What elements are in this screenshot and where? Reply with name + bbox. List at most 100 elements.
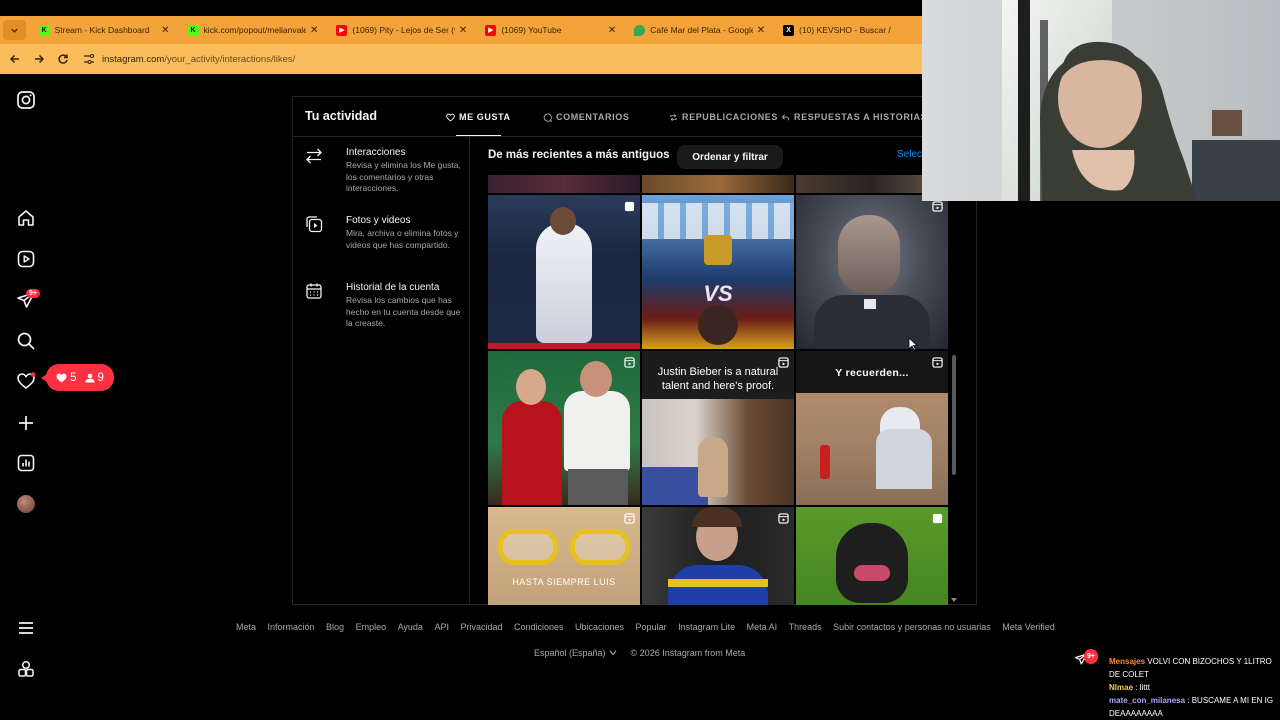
notifications-heart-icon[interactable] — [16, 371, 36, 391]
media-icon — [306, 216, 323, 233]
scrollbar-thumb[interactable] — [952, 355, 956, 475]
activity-side-menu: Interacciones Revisa y elimina los Me gu… — [293, 137, 470, 605]
grid-item[interactable]: Justin Bieber is a natural talent and he… — [642, 351, 794, 505]
menu-item-account-history[interactable]: Historial de la cuenta Revisa los cambio… — [305, 282, 470, 332]
page-title: Tu actividad — [305, 109, 378, 123]
grid-item[interactable] — [796, 507, 948, 605]
follows-number: 9 — [97, 371, 104, 384]
grid-item[interactable]: HASTA SIEMPRE LUIS — [488, 507, 640, 605]
browser-tab[interactable]: X (10) KEVSHO - Buscar / — [773, 16, 922, 44]
scroll-down-arrow-icon[interactable] — [950, 597, 958, 603]
close-icon[interactable]: ✕ — [161, 25, 169, 36]
close-icon[interactable]: ✕ — [608, 25, 616, 36]
footer-link[interactable]: Meta — [236, 622, 256, 632]
grid-item-partial[interactable] — [642, 175, 794, 193]
photo-trophy — [704, 235, 732, 265]
instagram-logo-icon[interactable] — [16, 90, 36, 110]
grid-item[interactable] — [642, 507, 794, 605]
dashboard-icon[interactable] — [16, 453, 36, 473]
photo-dog — [836, 523, 908, 603]
back-button[interactable] — [4, 48, 26, 70]
grid-item[interactable]: Y recuerden... — [796, 351, 948, 505]
footer-link[interactable]: API — [434, 622, 449, 632]
grid-item[interactable] — [488, 351, 640, 505]
footer-link[interactable]: Popular — [636, 622, 667, 632]
footer-link[interactable]: Privacidad — [460, 622, 502, 632]
chat-messages-badge: 9+ — [1084, 649, 1098, 664]
footer-link[interactable]: Meta AI — [747, 622, 778, 632]
likes-count: 5 — [56, 372, 77, 384]
close-icon[interactable]: ✕ — [310, 25, 318, 36]
kick-icon: K — [187, 24, 199, 36]
menu-item-photos-videos[interactable]: Fotos y videos Mira, archiva o elimina f… — [305, 215, 470, 265]
browser-tab[interactable]: ▶ (1069) YouTube ✕ — [475, 16, 624, 44]
browser-tab-bar: K Stream - Kick Dashboard ✕ K kick.com/p… — [0, 16, 922, 44]
profile-avatar[interactable] — [17, 495, 35, 513]
footer-link[interactable]: Empleo — [356, 622, 387, 632]
photo-head — [550, 207, 576, 235]
chat-message: Nlmae : littt — [1109, 683, 1150, 692]
notifications-popover[interactable]: 5 9 — [41, 364, 114, 391]
reels-icon[interactable] — [16, 249, 36, 269]
close-icon[interactable]: ✕ — [459, 25, 467, 36]
footer-link[interactable]: Threads — [789, 622, 822, 632]
url-field[interactable]: instagram.com/your_activity/interactions… — [82, 52, 295, 66]
active-tab-indicator — [456, 135, 501, 136]
photo-glasses-left — [498, 529, 558, 565]
menu-item-description: Revisa los cambios que has hecho en tu c… — [346, 295, 461, 328]
tab-comments[interactable]: COMENTARIOS — [543, 112, 629, 122]
tab-title: Café Mar del Plata - Google Ma — [650, 25, 753, 35]
footer-link[interactable]: Blog — [326, 622, 344, 632]
footer-link[interactable]: Instagram Lite — [678, 622, 735, 632]
chat-username: Mensajes — [1109, 657, 1146, 666]
maps-icon — [634, 24, 646, 36]
youtube-icon: ▶ — [485, 24, 497, 36]
footer-link[interactable]: Subir contactos y personas no usuarias — [833, 622, 991, 632]
tab-label: ME GUSTA — [459, 112, 511, 122]
grid-item[interactable]: VS — [642, 195, 794, 349]
tab-likes[interactable]: ME GUSTA — [446, 112, 511, 122]
footer-link[interactable]: Ayuda — [398, 622, 423, 632]
grid-item-partial[interactable] — [488, 175, 640, 193]
menu-item-interactions[interactable]: Interacciones Revisa y elimina los Me gu… — [305, 147, 470, 197]
tab-search-button[interactable] — [3, 20, 26, 40]
create-icon[interactable] — [16, 413, 36, 433]
chat-text: littt — [1139, 683, 1150, 692]
sort-filter-button[interactable]: Ordenar y filtrar — [677, 145, 783, 169]
forward-button[interactable] — [28, 48, 50, 70]
reload-button[interactable] — [52, 48, 74, 70]
language-label: Español (España) — [534, 648, 606, 658]
search-icon[interactable] — [16, 331, 36, 351]
tab-label: COMENTARIOS — [556, 112, 630, 122]
repost-icon — [670, 113, 677, 121]
carousel-icon — [932, 513, 943, 524]
browser-tab[interactable]: ▶ (1069) Pity - Lejos de Ser (vide ✕ — [326, 16, 475, 44]
also-from-meta-icon[interactable] — [16, 659, 36, 679]
reload-icon — [58, 54, 68, 64]
footer-link[interactable]: Meta Verified — [1002, 622, 1055, 632]
chat-message: mate_con_milanesa : BUSCAME A MI EN IG D… — [1109, 696, 1274, 718]
footer-link[interactable]: Información — [268, 622, 315, 632]
sort-order-label: De más recientes a más antiguos — [488, 149, 670, 161]
photo-child — [698, 437, 728, 497]
grid-item[interactable] — [796, 195, 948, 349]
browser-tab[interactable]: Café Mar del Plata - Google Ma ✕ — [624, 16, 773, 44]
browser-tab[interactable]: K kick.com/popout/melianvalen/c ✕ — [178, 16, 327, 44]
tab-story-replies[interactable]: RESPUESTAS A HISTORIAS — [781, 112, 927, 122]
grid-item[interactable] — [488, 195, 640, 349]
browser-tab[interactable]: K Stream - Kick Dashboard ✕ — [29, 16, 178, 44]
menu-icon[interactable] — [16, 618, 36, 638]
home-icon[interactable] — [16, 208, 36, 228]
webcam-overlay — [922, 0, 1280, 201]
language-select[interactable]: Español (España) — [534, 648, 617, 658]
activity-panel: Tu actividad ME GUSTA COMENTARIOS REPUBL… — [292, 96, 977, 605]
close-icon[interactable]: ✕ — [757, 25, 765, 36]
footer-link[interactable]: Ubicaciones — [575, 622, 624, 632]
reel-icon — [932, 357, 943, 368]
footer-link[interactable]: Condiciones — [514, 622, 564, 632]
photo-figure — [536, 223, 592, 343]
kick-icon: K — [38, 24, 50, 36]
reel-caption: Justin Bieber is a natural talent and he… — [657, 366, 779, 392]
photo-person-white — [564, 391, 630, 471]
tab-reposts[interactable]: REPUBLICACIONES — [669, 112, 778, 122]
